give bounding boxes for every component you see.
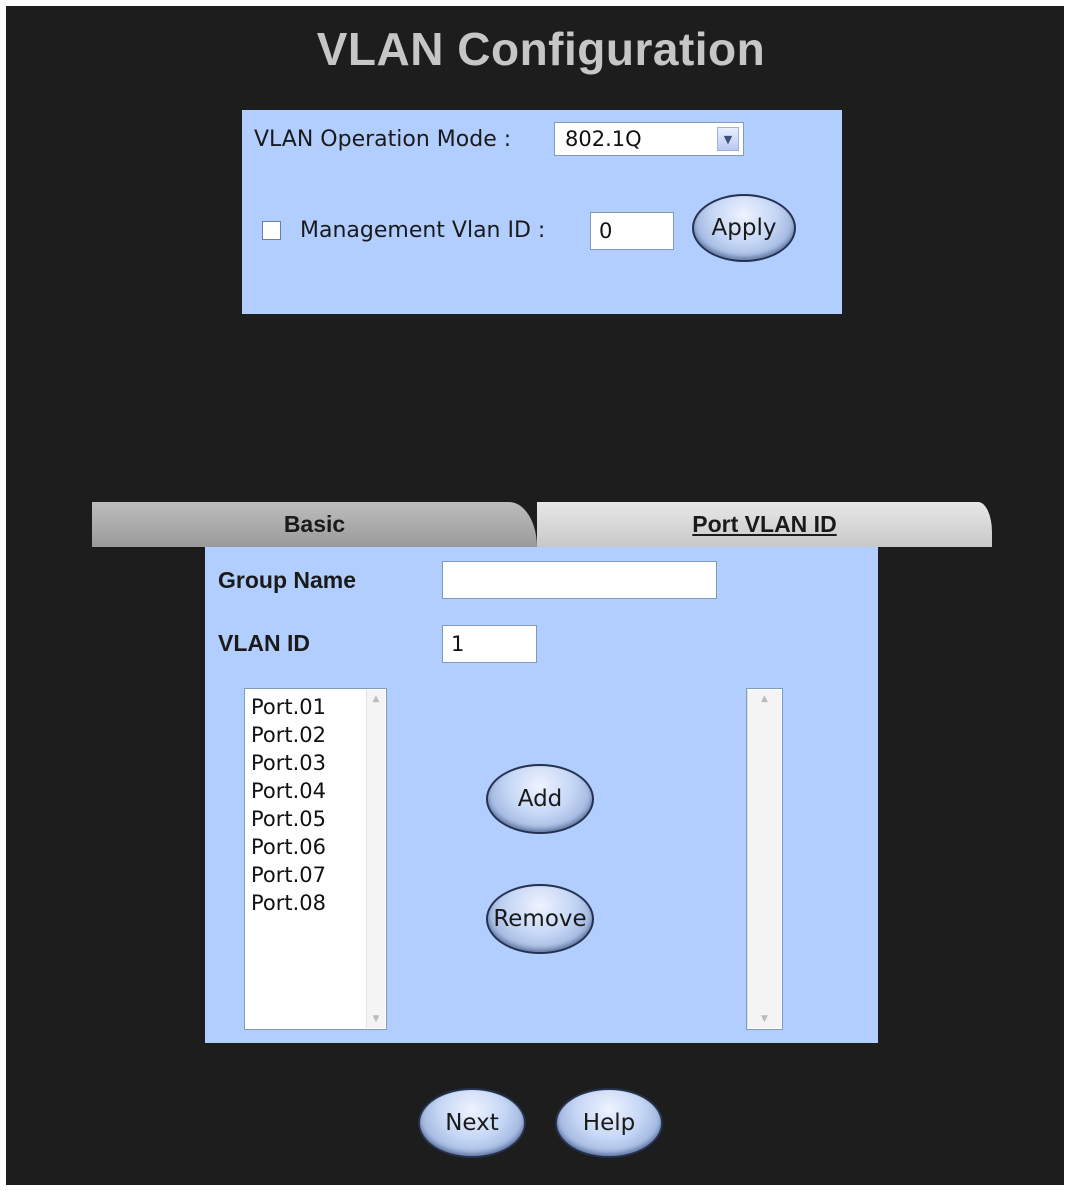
next-button[interactable]: Next <box>418 1088 526 1158</box>
management-vlan-label: Management Vlan ID : <box>300 218 546 243</box>
list-item[interactable]: Port.05 <box>251 805 326 833</box>
page-title: VLAN Configuration <box>316 23 766 75</box>
list-item[interactable]: Port.06 <box>251 833 326 861</box>
remove-button[interactable]: Remove <box>486 884 594 954</box>
arrow-down-icon[interactable]: ▼ <box>748 1010 781 1028</box>
list-item[interactable]: Port.02 <box>251 721 326 749</box>
available-ports-items: Port.01 Port.02 Port.03 Port.04 Port.05 … <box>251 693 326 917</box>
list-item[interactable]: Port.07 <box>251 861 326 889</box>
available-ports-list[interactable]: Port.01 Port.02 Port.03 Port.04 Port.05 … <box>244 688 387 1030</box>
vlan-id-label: VLAN ID <box>218 630 310 656</box>
arrow-up-icon[interactable]: ▲ <box>367 690 385 708</box>
vlan-id-input[interactable]: 1 <box>442 625 537 663</box>
group-name-input[interactable] <box>442 561 717 599</box>
available-ports-scrollbar[interactable]: ▲ ▼ <box>366 690 385 1028</box>
group-name-label: Group Name <box>218 567 357 593</box>
vlan-operation-mode-value: 802.1Q <box>565 127 642 151</box>
tab-basic[interactable]: Basic <box>92 502 537 547</box>
list-item[interactable]: Port.01 <box>251 693 326 721</box>
list-item[interactable]: Port.08 <box>251 889 326 917</box>
add-button[interactable]: Add <box>486 764 594 834</box>
arrow-down-icon[interactable]: ▼ <box>367 1010 385 1028</box>
tab-port-vlan-id[interactable]: Port VLAN ID <box>537 502 992 547</box>
member-ports-scrollbar[interactable]: ▲ ▼ <box>747 690 781 1028</box>
chevron-down-icon[interactable]: ▼ <box>717 127 739 151</box>
arrow-up-icon[interactable]: ▲ <box>748 690 781 708</box>
management-vlan-id-input[interactable]: 0 <box>590 212 674 250</box>
list-item[interactable]: Port.03 <box>251 749 326 777</box>
member-ports-list[interactable]: ▲ ▼ <box>746 688 783 1030</box>
list-item[interactable]: Port.04 <box>251 777 326 805</box>
management-vlan-checkbox[interactable] <box>262 221 281 240</box>
vlan-operation-mode-label: VLAN Operation Mode : <box>254 127 512 152</box>
help-button[interactable]: Help <box>555 1088 663 1158</box>
vlan-operation-mode-select[interactable]: 802.1Q ▼ <box>554 122 744 156</box>
apply-button[interactable]: Apply <box>692 194 796 262</box>
